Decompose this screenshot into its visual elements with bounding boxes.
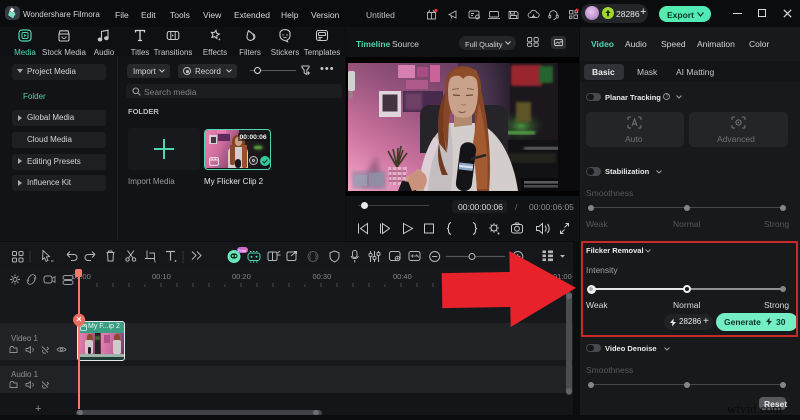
svg-text:00:10: 00:10 bbox=[152, 272, 171, 281]
svg-text:00:20: 00:20 bbox=[232, 272, 251, 281]
svg-text:00:40: 00:40 bbox=[393, 272, 412, 281]
svg-text:00:30: 00:30 bbox=[313, 272, 332, 281]
